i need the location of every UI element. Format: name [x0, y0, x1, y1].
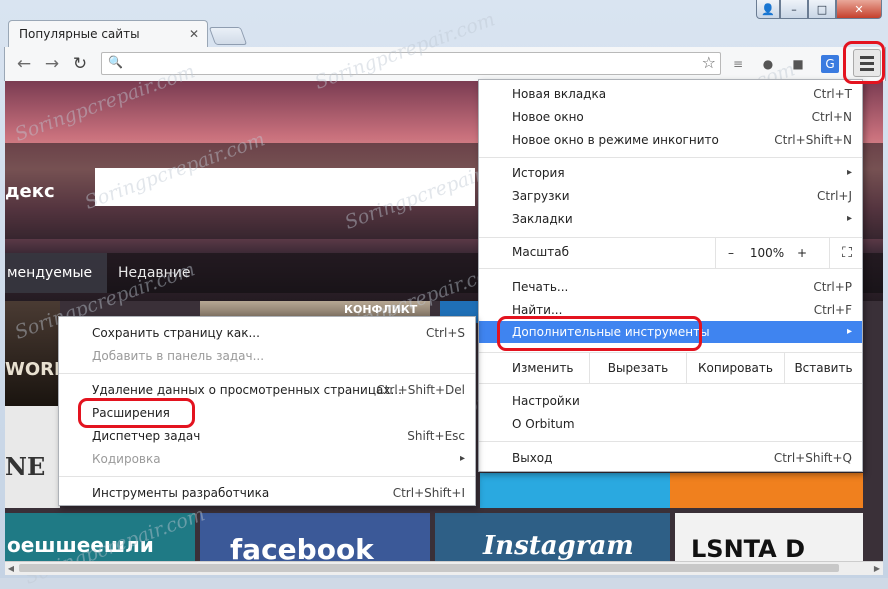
page-search-input[interactable] — [95, 168, 475, 206]
chevron-right-icon: ▸ — [846, 326, 852, 337]
tile-instagram-text: Instagram — [483, 531, 634, 561]
zoom-value: 100% — [749, 246, 785, 260]
address-bar[interactable]: 🔍 ☆ — [101, 52, 721, 75]
tile-facebook[interactable]: facebook — [200, 513, 430, 561]
menu-separator — [479, 441, 862, 442]
window-controls: 👤 – □ ✕ — [756, 0, 882, 22]
chevron-right-icon: ▸ — [459, 453, 465, 464]
tile-bottom-1[interactable]: оешшеешли — [5, 513, 195, 561]
menu-new-window[interactable]: Новое окно Ctrl+N — [479, 106, 862, 128]
tile-bottom-1-text: оешшеешли — [7, 533, 154, 557]
cut-button[interactable]: Вырезать — [589, 353, 686, 383]
menu-new-tab[interactable]: Новая вкладка Ctrl+T — [479, 83, 862, 105]
tile-wot[interactable]: WORL — [5, 301, 60, 406]
menu-exit[interactable]: Выход Ctrl+Shift+Q — [479, 447, 862, 469]
submenu-developer-tools[interactable]: Инструменты разработчика Ctrl+Shift+I — [59, 482, 475, 504]
tile-orange[interactable] — [670, 473, 863, 508]
search-logo-text: декс — [5, 181, 55, 202]
chrome-menu: Новая вкладка Ctrl+T Новое окно Ctrl+N Нов… — [478, 79, 863, 472]
horizontal-scrollbar[interactable]: ◀ ▶ — [5, 561, 883, 575]
menu-print[interactable]: Печать... Ctrl+P — [479, 276, 862, 298]
translate-extension-icon[interactable]: G — [821, 55, 839, 73]
menu-separator — [59, 476, 475, 477]
minimize-button[interactable]: – — [780, 0, 808, 19]
copy-button[interactable]: Копировать — [686, 353, 784, 383]
scroll-right-icon[interactable]: ▶ — [871, 562, 883, 575]
nav-recent[interactable]: Недавние — [118, 253, 191, 293]
tile-wot-text: WORL — [5, 359, 60, 380]
menu-separator — [479, 157, 862, 158]
tile-ne[interactable]: NE — [5, 406, 60, 508]
scrollbar-thumb[interactable] — [19, 564, 839, 572]
browser-window: 👤 – □ ✕ Популярные сайты ✕ ← → ↻ 🔍 ☆ ≡ ●… — [0, 0, 888, 589]
zoom-in-button[interactable]: + — [789, 238, 815, 268]
tile-ne-text: NE — [5, 452, 46, 481]
lock-extension-icon[interactable]: ● — [759, 55, 777, 73]
forward-icon[interactable]: → — [41, 53, 63, 75]
menu-incognito-window[interactable]: Новое окно в режиме инкогнито Ctrl+Shift+… — [479, 129, 862, 151]
maximize-button[interactable]: □ — [808, 0, 836, 19]
reload-icon[interactable]: ↻ — [69, 53, 91, 75]
submenu-clear-browsing-data[interactable]: Удаление данных о просмотренных страница… — [59, 379, 475, 401]
tile-last[interactable]: LSNTA D — [675, 513, 863, 561]
submenu-task-manager[interactable]: Диспетчер задач Shift+Esc — [59, 425, 475, 447]
back-icon[interactable]: ← — [13, 53, 35, 75]
menu-separator — [59, 373, 475, 374]
chevron-right-icon: ▸ — [846, 213, 852, 224]
main-menu-button[interactable] — [853, 49, 881, 77]
menu-downloads[interactable]: Загрузки Ctrl+J — [479, 185, 862, 207]
submenu-extensions[interactable]: Расширения — [59, 402, 475, 424]
submenu-encoding: Кодировка ▸ — [59, 448, 475, 470]
submenu-add-to-taskbar: Добавить в панель задач... — [92, 349, 265, 363]
zoom-out-button[interactable]: – — [715, 238, 746, 268]
tile-instagram[interactable]: Instagram — [435, 513, 670, 561]
menu-zoom-row: Масштаб – 100% + ⛶ — [479, 237, 862, 269]
new-tab-button[interactable] — [208, 27, 248, 45]
tile-konflikt-text: КОНФЛИКТ — [344, 303, 418, 316]
scroll-left-icon[interactable]: ◀ — [5, 562, 17, 575]
tile-cyan[interactable] — [480, 473, 670, 508]
bookmark-star-icon[interactable]: ☆ — [702, 53, 716, 72]
tab-close-icon[interactable]: ✕ — [189, 27, 199, 41]
tab-popular-sites[interactable]: Популярные сайты ✕ — [8, 20, 208, 48]
tab-title: Популярные сайты — [19, 27, 140, 41]
search-icon: 🔍 — [108, 55, 123, 69]
toolbar: ← → ↻ 🔍 ☆ ≡ ● ■ G — [4, 47, 886, 81]
fullscreen-icon[interactable]: ⛶ — [829, 238, 864, 268]
paste-button[interactable]: Вставить — [784, 353, 862, 383]
menu-more-tools[interactable]: Дополнительные инструменты ▸ — [479, 321, 862, 343]
menu-find[interactable]: Найти... Ctrl+F — [479, 299, 862, 321]
edit-label: Изменить — [512, 361, 574, 375]
menu-about[interactable]: О Orbitum — [479, 413, 862, 435]
menu-settings[interactable]: Настройки — [479, 390, 862, 412]
tile-facebook-text: facebook — [230, 533, 374, 561]
reader-icon[interactable]: ≡ — [729, 55, 747, 73]
tile-last-text: LSNTA D — [691, 535, 806, 561]
user-icon[interactable]: 👤 — [756, 0, 780, 19]
nav-recommended[interactable]: мендуемые — [5, 253, 107, 293]
menu-bookmarks[interactable]: Закладки ▸ — [479, 208, 862, 230]
close-button[interactable]: ✕ — [836, 0, 882, 19]
zoom-label: Масштаб — [512, 245, 570, 259]
extension-icon[interactable]: ■ — [789, 55, 807, 73]
more-tools-submenu: Сохранить страницу как... Ctrl+S Добавить… — [58, 316, 476, 506]
chevron-right-icon: ▸ — [846, 167, 852, 178]
menu-edit-row: Изменить Вырезать Копировать Вставить — [479, 352, 862, 384]
menu-history[interactable]: История ▸ — [479, 162, 862, 184]
submenu-save-page[interactable]: Сохранить страницу как... Ctrl+S — [59, 322, 475, 344]
